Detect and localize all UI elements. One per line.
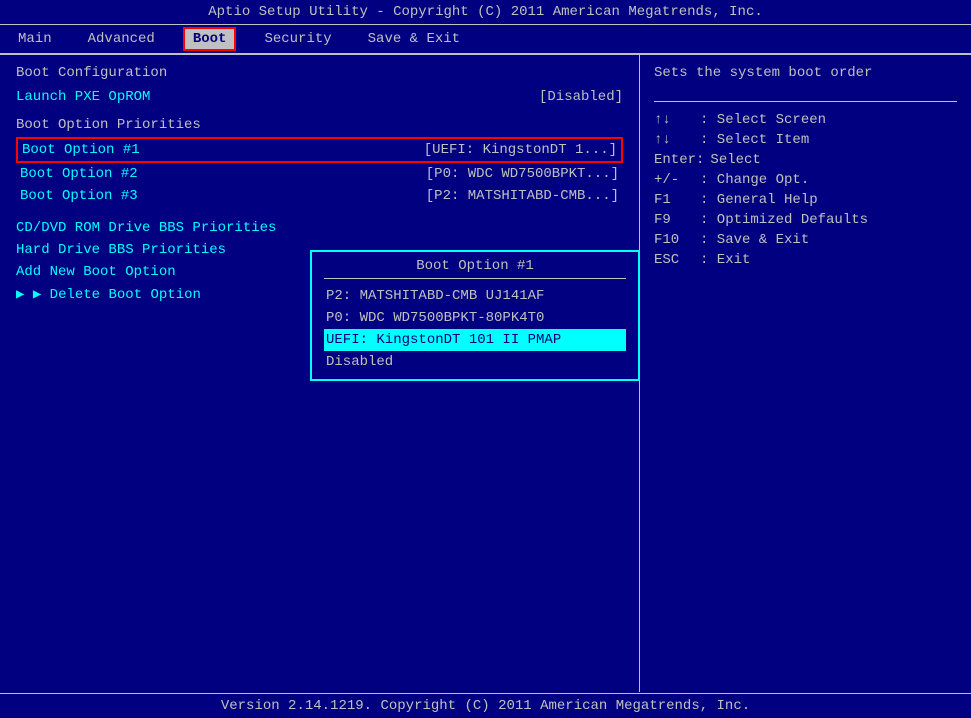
boot-option-value-1: [UEFI: KingstonDT 1...] [424,142,617,158]
key-row-0: ↑↓ : Select Screen [654,110,957,130]
key-label-2: Enter: [654,152,704,168]
key-help: ↑↓ : Select Screen ↑↓ : Select Item Enter: Se… [654,110,957,270]
key-label-0: ↑↓ [654,112,694,128]
title-text: Aptio Setup Utility - Copyright (C) 2011… [208,4,763,20]
popup-option-0[interactable]: P2: MATSHITABD-CMB UJ141AF [324,285,626,307]
right-panel: Sets the system boot order ↑↓ : Select Sc… [640,55,971,692]
boot-option-priorities-title: Boot Option Priorities [16,117,623,133]
help-text: Sets the system boot order [654,65,957,81]
menu-item-0[interactable]: CD/DVD ROM Drive BBS Priorities [16,217,623,239]
popup-title: Boot Option #1 [324,258,626,279]
nav-item-security[interactable]: Security [256,29,339,49]
popup-option-1[interactable]: P0: WDC WD7500BPKT-80PK4T0 [324,307,626,329]
key-row-1: ↑↓ : Select Item [654,130,957,150]
boot-option-label-1: Boot Option #1 [22,142,140,158]
title-bar: Aptio Setup Utility - Copyright (C) 2011… [0,0,971,24]
nav-bar: Main Advanced Boot Security Save & Exit [0,24,971,54]
key-row-3: +/- : Change Opt. [654,170,957,190]
key-row-4: F1 : General Help [654,190,957,210]
key-desc-0: : Select Screen [700,112,826,128]
key-desc-4: : General Help [700,192,818,208]
boot-option-row-3[interactable]: Boot Option #3 [P2: MATSHITABD-CMB...] [16,185,623,207]
key-label-7: ESC [654,252,694,268]
launch-pxe-row[interactable]: Launch PXE OpROM [Disabled] [16,87,623,107]
popup-options: P2: MATSHITABD-CMB UJ141AFP0: WDC WD7500… [324,285,626,373]
key-label-1: ↑↓ [654,132,694,148]
key-desc-3: : Change Opt. [700,172,809,188]
left-panel: Boot Configuration Launch PXE OpROM [Dis… [0,55,640,692]
boot-option-row-2[interactable]: Boot Option #2 [P0: WDC WD7500BPKT...] [16,163,623,185]
nav-item-save-exit[interactable]: Save & Exit [360,29,468,49]
boot-option-value-3: [P2: MATSHITABD-CMB...] [426,188,619,204]
key-label-6: F10 [654,232,694,248]
nav-item-boot[interactable]: Boot [183,27,237,51]
key-row-7: ESC : Exit [654,250,957,270]
key-label-4: F1 [654,192,694,208]
key-row-6: F10 : Save & Exit [654,230,957,250]
footer-text: Version 2.14.1219. Copyright (C) 2011 Am… [221,698,750,714]
key-desc-2: Select [710,152,760,168]
key-desc-7: : Exit [700,252,750,268]
key-label-5: F9 [654,212,694,228]
boot-option-value-2: [P0: WDC WD7500BPKT...] [426,166,619,182]
separator [654,101,957,102]
main-content: Boot Configuration Launch PXE OpROM [Dis… [0,54,971,692]
boot-config-title: Boot Configuration [16,65,623,81]
boot-option-row-1[interactable]: Boot Option #1 [UEFI: KingstonDT 1...] [16,137,623,163]
boot-option-dropdown[interactable]: Boot Option #1 P2: MATSHITABD-CMB UJ141A… [310,250,640,381]
boot-option-label-3: Boot Option #3 [20,188,138,204]
key-row-2: Enter: Select [654,150,957,170]
nav-item-main[interactable]: Main [10,29,60,49]
footer: Version 2.14.1219. Copyright (C) 2011 Am… [0,693,971,718]
key-desc-6: : Save & Exit [700,232,809,248]
nav-item-advanced[interactable]: Advanced [80,29,163,49]
key-desc-1: : Select Item [700,132,809,148]
launch-pxe-label: Launch PXE OpROM [16,89,150,105]
key-desc-5: : Optimized Defaults [700,212,868,228]
key-label-3: +/- [654,172,694,188]
popup-option-2[interactable]: UEFI: KingstonDT 101 II PMAP [324,329,626,351]
boot-option-label-2: Boot Option #2 [20,166,138,182]
boot-options-list: Boot Option #1[UEFI: KingstonDT 1...]Boo… [16,137,623,207]
key-row-5: F9 : Optimized Defaults [654,210,957,230]
launch-pxe-value: [Disabled] [539,89,623,105]
popup-option-3[interactable]: Disabled [324,351,626,373]
